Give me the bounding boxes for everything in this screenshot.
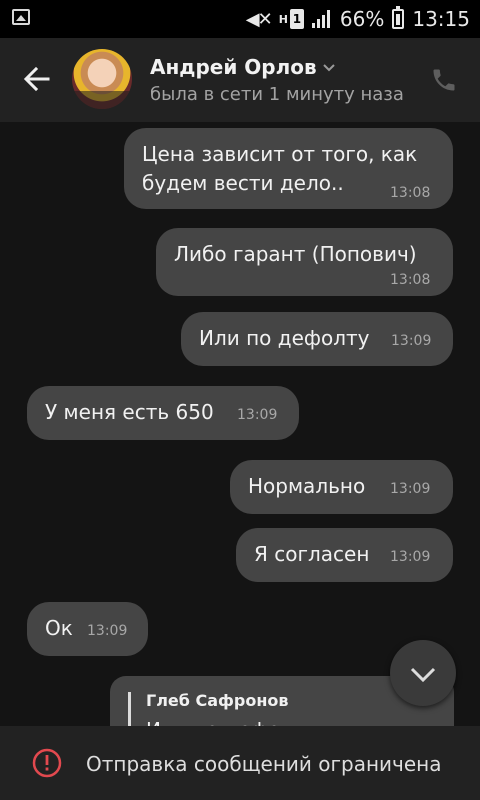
message-text: Я согласен [254, 542, 370, 566]
message-bubble-incoming[interactable]: У меня есть 650 13:09 [27, 386, 299, 440]
message-time: 13:08 [390, 272, 431, 288]
message-time: 13:09 [390, 481, 431, 497]
last-seen-status: была в сети 1 минуту наза [150, 84, 404, 105]
contact-name[interactable]: Андрей Орлов [150, 55, 317, 79]
message-bubble-outgoing[interactable]: Нормально 13:09 [230, 460, 453, 514]
chevron-down-icon[interactable] [322, 60, 336, 74]
scroll-to-bottom-button[interactable] [390, 640, 456, 706]
sim-icon: 1 [289, 9, 304, 29]
reply-quote-bar [128, 692, 131, 726]
gallery-notification-icon [12, 9, 30, 25]
message-text: У меня есть 650 [45, 400, 214, 424]
message-text: Нормально [248, 474, 366, 498]
status-bar: ◀✕ H 1 66% 13:15 [0, 0, 480, 38]
chevron-down-icon [410, 667, 436, 683]
message-bubble-outgoing[interactable]: Или по дефолту 13:09 [181, 312, 453, 366]
message-time: 13:09 [87, 623, 128, 639]
network-type: H [278, 12, 288, 26]
battery-percent: 66% [339, 7, 385, 31]
message-time: 13:08 [390, 185, 431, 201]
message-text: Или по дефолту [199, 326, 370, 350]
message-bubble-incoming[interactable]: Ок 13:09 [27, 602, 148, 656]
reply-author: Глеб Сафронов [146, 691, 289, 710]
message-text: Цена зависит от того, как будем вести де… [142, 142, 418, 195]
message-bubble-outgoing[interactable]: Цена зависит от того, как будем вести де… [124, 128, 453, 209]
back-arrow-icon[interactable] [20, 62, 54, 96]
restriction-text: Отправка сообщений ограничена [86, 752, 442, 776]
signal-icon [311, 10, 330, 28]
phone-icon[interactable] [430, 66, 458, 94]
warning-icon [32, 748, 62, 778]
message-bubble-outgoing[interactable]: Я согласен 13:09 [236, 528, 453, 582]
status-icons: ◀✕ H 1 66% 13:15 [246, 6, 470, 32]
message-text: Либо гарант (Попович) [174, 242, 417, 266]
message-text: Ок [45, 616, 73, 640]
avatar[interactable] [72, 49, 132, 109]
network-indicator: H 1 [279, 9, 304, 29]
clock: 13:15 [412, 7, 470, 31]
message-time: 13:09 [391, 333, 432, 349]
restriction-bar: Отправка сообщений ограничена [0, 726, 480, 800]
message-bubble-outgoing[interactable]: Либо гарант (Попович) 13:08 [156, 228, 453, 296]
mute-icon: ◀✕ [245, 8, 273, 30]
message-time: 13:09 [390, 549, 431, 565]
message-list[interactable]: Цена зависит от того, как будем вести де… [0, 122, 480, 726]
reply-quote-text: Или по дефолту [146, 718, 317, 726]
chat-header: Андрей Орлов была в сети 1 минуту наза [0, 38, 480, 122]
battery-icon [392, 6, 405, 29]
message-time: 13:09 [237, 407, 278, 423]
